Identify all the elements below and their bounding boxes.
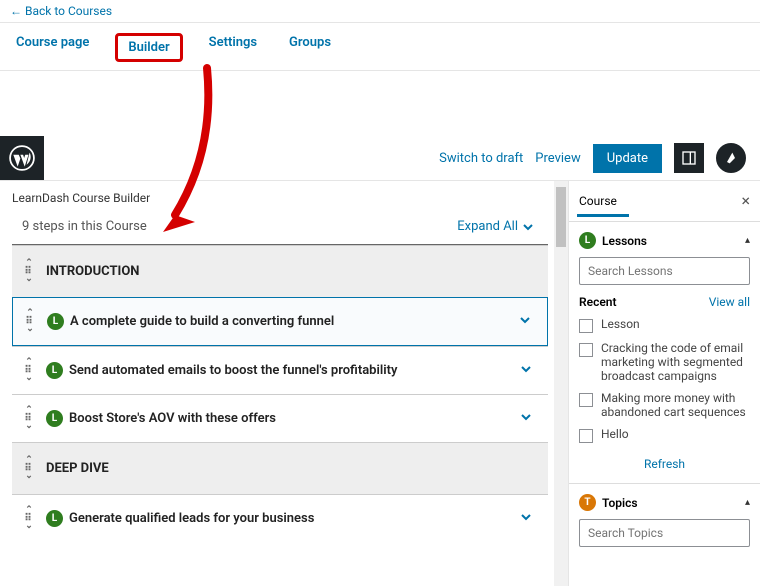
expand-all-label: Expand All [457, 219, 518, 234]
lesson-badge-icon: L [46, 410, 63, 427]
drag-handle[interactable]: ⌃⠿⌄ [19, 310, 41, 333]
drag-handle[interactable]: ⌃⠿⌄ [18, 407, 40, 430]
lesson-checkbox-label: Cracking the code of email marketing wit… [601, 341, 750, 383]
recent-label: Recent [579, 295, 617, 309]
top-nav: ← Back to Courses [0, 0, 760, 20]
lesson-title: Generate qualified leads for your busine… [69, 511, 314, 526]
view-all-link[interactable]: View all [709, 295, 750, 309]
section-heading[interactable]: ⌃⠿⌄ INTRODUCTION [12, 245, 548, 297]
lesson-title: Boost Store's AOV with these offers [69, 411, 276, 426]
lessons-label: Lessons [602, 234, 647, 248]
settings-sidebar: Course × L Lessons ▴ Recent View all Les… [568, 181, 760, 586]
chevron-down-icon[interactable] [520, 411, 532, 427]
builder-column: LearnDash Course Builder 9 steps in this… [0, 181, 568, 586]
lesson-row[interactable]: ⌃⠿⌄ L Boost Store's AOV with these offers [12, 394, 548, 442]
collapse-icon: ▴ [745, 235, 750, 246]
settings-panel-toggle[interactable] [674, 143, 704, 173]
lessons-badge-icon: L [579, 232, 596, 249]
sidebar-tab-course[interactable]: Course [579, 194, 617, 208]
lesson-checkbox-label: Lesson [601, 317, 640, 331]
lesson-badge-icon: L [46, 510, 63, 527]
drag-handle[interactable]: ⌃⠿⌄ [18, 457, 40, 480]
update-button[interactable]: Update [593, 144, 662, 173]
tab-builder[interactable]: Builder [115, 33, 182, 62]
back-link[interactable]: ← Back to Courses [10, 4, 112, 18]
tab-settings[interactable]: Settings [203, 33, 263, 62]
chevron-down-icon[interactable] [519, 314, 531, 330]
chevron-down-icon[interactable] [520, 511, 532, 527]
drag-handle[interactable]: ⌃⠿⌄ [18, 260, 40, 283]
section-heading-label: DEEP DIVE [46, 461, 109, 476]
tab-groups[interactable]: Groups [283, 33, 337, 62]
lesson-checkbox-label: Hello [601, 427, 629, 441]
search-lessons-input[interactable] [579, 257, 750, 285]
lesson-badge-icon: L [46, 362, 63, 379]
expand-all-button[interactable]: Expand All [457, 219, 534, 234]
chevron-down-icon[interactable] [520, 363, 532, 379]
topics-badge-icon: T [579, 494, 596, 511]
topics-section-header[interactable]: T Topics ▴ [579, 494, 750, 519]
lesson-checkbox-item[interactable]: Making more money with abandoned cart se… [579, 387, 750, 423]
lesson-checkbox-item[interactable]: Hello [579, 423, 750, 447]
switch-to-draft-link[interactable]: Switch to draft [439, 151, 523, 166]
search-topics-input[interactable] [579, 519, 750, 547]
scrollbar[interactable] [554, 181, 568, 586]
refresh-link[interactable]: Refresh [579, 447, 750, 483]
lesson-checkbox[interactable] [579, 429, 593, 443]
drag-handle[interactable]: ⌃⠿⌄ [18, 359, 40, 382]
drag-handle[interactable]: ⌃⠿⌄ [18, 507, 40, 530]
steps-count: 9 steps in this Course [22, 219, 147, 234]
lesson-checkbox[interactable] [579, 319, 593, 333]
lesson-checkbox[interactable] [579, 393, 593, 407]
lesson-badge-icon: L [47, 313, 64, 330]
preview-link[interactable]: Preview [535, 151, 580, 166]
section-heading[interactable]: ⌃⠿⌄ DEEP DIVE [12, 442, 548, 494]
lesson-title: A complete guide to build a converting f… [70, 314, 334, 329]
tab-bar: Course page Builder Settings Groups [0, 23, 760, 71]
lesson-checkbox-item[interactable]: Lesson [579, 313, 750, 337]
wordpress-logo[interactable] [0, 136, 44, 180]
collapse-icon: ▴ [745, 497, 750, 508]
close-icon[interactable]: × [741, 191, 750, 210]
topics-label: Topics [602, 496, 638, 510]
lesson-title: Send automated emails to boost the funne… [69, 363, 397, 378]
lessons-section-header[interactable]: L Lessons ▴ [579, 232, 750, 257]
chevron-down-icon [522, 221, 534, 233]
back-label: Back to Courses [25, 4, 112, 18]
lesson-row[interactable]: ⌃⠿⌄ L Generate qualified leads for your bu… [12, 494, 548, 542]
section-heading-label: INTRODUCTION [46, 264, 139, 279]
lesson-row[interactable]: ⌃⠿⌄ L A complete guide to build a converti… [12, 297, 548, 346]
editor-header: Switch to draft Preview Update [0, 136, 760, 180]
builder-title: LearnDash Course Builder [12, 189, 568, 211]
lesson-checkbox-item[interactable]: Cracking the code of email marketing wit… [579, 337, 750, 387]
learndash-icon[interactable] [716, 143, 746, 173]
lesson-checkbox-label: Making more money with abandoned cart se… [601, 391, 750, 419]
tab-course-page[interactable]: Course page [10, 33, 95, 62]
lesson-row[interactable]: ⌃⠿⌄ L Send automated emails to boost the f… [12, 346, 548, 394]
lesson-checkbox[interactable] [579, 343, 593, 357]
